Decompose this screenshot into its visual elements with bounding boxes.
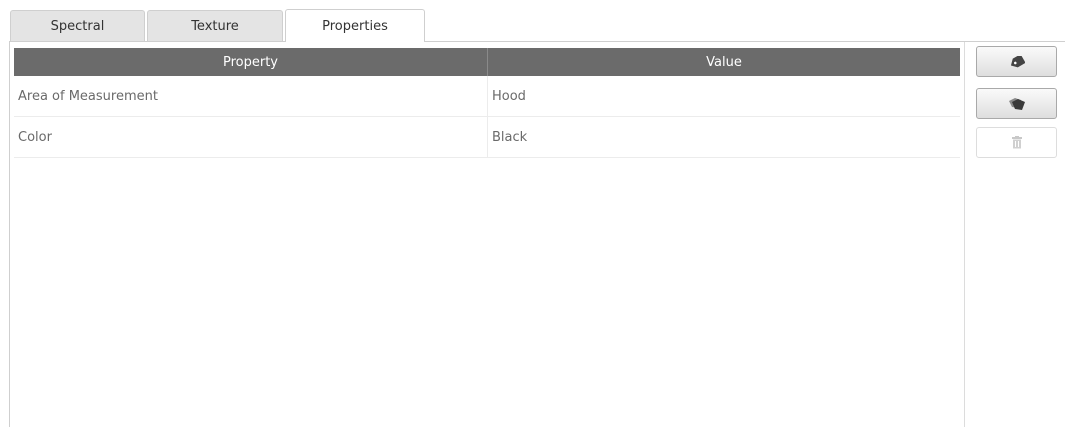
tab-bar: Spectral Texture Properties: [10, 9, 425, 42]
properties-panel: Property Value Area of Measurement Hood …: [9, 41, 1065, 427]
table-row[interactable]: Area of Measurement Hood: [14, 76, 960, 117]
tab-properties[interactable]: Properties: [285, 9, 425, 42]
properties-table-container: Property Value Area of Measurement Hood …: [14, 48, 960, 158]
panel-separator: [964, 42, 965, 427]
cell-property[interactable]: Color: [14, 116, 488, 158]
table-row[interactable]: Color Black: [14, 116, 960, 158]
cell-value[interactable]: Hood: [487, 76, 960, 117]
column-header-value[interactable]: Value: [487, 48, 960, 76]
table-header-row: Property Value: [14, 48, 960, 76]
tab-properties-label: Properties: [322, 18, 388, 34]
column-header-property[interactable]: Property: [14, 48, 488, 76]
properties-window: Spectral Texture Properties Property Val…: [0, 0, 1065, 427]
tab-spectral[interactable]: Spectral: [10, 10, 145, 42]
add-tag-button[interactable]: [976, 46, 1057, 77]
trash-icon: [1011, 136, 1022, 149]
tab-texture[interactable]: Texture: [147, 10, 283, 42]
tab-spectral-label: Spectral: [50, 19, 105, 34]
tag-icon: [1009, 55, 1025, 68]
delete-button[interactable]: [976, 127, 1057, 158]
cell-value[interactable]: Black: [487, 116, 960, 158]
tags-icon: [1007, 96, 1027, 112]
cell-property[interactable]: Area of Measurement: [14, 76, 488, 117]
properties-table: Property Value Area of Measurement Hood …: [14, 48, 960, 158]
tag-set-button[interactable]: [976, 88, 1057, 119]
tab-texture-label: Texture: [191, 19, 239, 34]
